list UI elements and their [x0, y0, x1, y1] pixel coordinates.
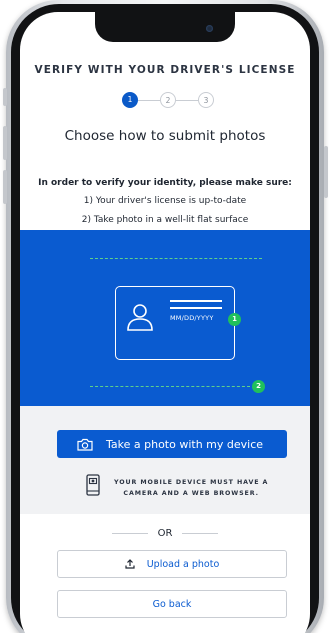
go-back-button[interactable]: Go back [57, 590, 287, 618]
upload-icon [125, 559, 135, 569]
divider-line [182, 533, 219, 534]
phone-volume-down [3, 170, 7, 204]
instruction-item: 2) Take photo in a well-lit flat surface [81, 215, 249, 225]
or-label: OR [157, 528, 173, 539]
step-2: 2 [160, 92, 176, 108]
card-text-line [170, 300, 222, 302]
section-heading: Choose how to submit photos [64, 128, 266, 144]
step-3: 3 [198, 92, 214, 108]
guide-line-top [90, 258, 262, 259]
divider-line [111, 533, 148, 534]
phone-notch [95, 12, 235, 42]
take-photo-button[interactable]: Take a photo with my device [57, 430, 287, 458]
device-notice-line: CAMERA AND A WEB BROWSER. [123, 489, 259, 497]
page-title: VERIFY WITH YOUR DRIVER'S LICENSE [34, 64, 296, 76]
instructions-title: In order to verify your identity, please… [38, 178, 292, 188]
step-connector [176, 100, 198, 101]
card-text-line [170, 307, 222, 309]
step-connector [138, 100, 160, 101]
instruction-item: 1) Your driver's license is up-to-date [83, 196, 247, 206]
phone-camera-icon [86, 474, 100, 501]
person-icon [126, 302, 154, 337]
marker-badge-2: 2 [252, 380, 265, 393]
or-divider: OR [20, 528, 310, 539]
step-1: 1 [122, 92, 138, 108]
stage: VERIFY WITH YOUR DRIVER'S LICENSE 1 2 3 … [0, 0, 331, 633]
id-card-graphic: MM/DD/YYYY [115, 286, 235, 360]
go-back-label: Go back [152, 598, 192, 610]
phone-screen: VERIFY WITH YOUR DRIVER'S LICENSE 1 2 3 … [20, 12, 310, 633]
progress-stepper: 1 2 3 [116, 92, 216, 110]
upload-photo-label: Upload a photo [146, 558, 220, 570]
device-requirement-notice: YOUR MOBILE DEVICE MUST HAVE A CAMERA AN… [86, 474, 286, 501]
device-notice-text: YOUR MOBILE DEVICE MUST HAVE A CAMERA AN… [114, 477, 268, 499]
license-illustration: MM/DD/YYYY 1 2 [20, 230, 310, 406]
phone-mute-switch [3, 88, 7, 106]
camera-icon [77, 438, 93, 451]
device-capture-panel: Take a photo with my device YOUR MOBILE … [20, 406, 310, 514]
marker-badge-1: 1 [228, 313, 241, 326]
phone-power-button [324, 146, 328, 198]
upload-photo-button[interactable]: Upload a photo [57, 550, 287, 578]
device-notice-line: YOUR MOBILE DEVICE MUST HAVE A [114, 478, 269, 486]
front-camera [206, 25, 213, 32]
take-photo-label: Take a photo with my device [106, 437, 264, 451]
phone-volume-up [3, 126, 7, 160]
guide-line-bottom [90, 386, 250, 387]
card-date-placeholder: MM/DD/YYYY [170, 314, 214, 322]
